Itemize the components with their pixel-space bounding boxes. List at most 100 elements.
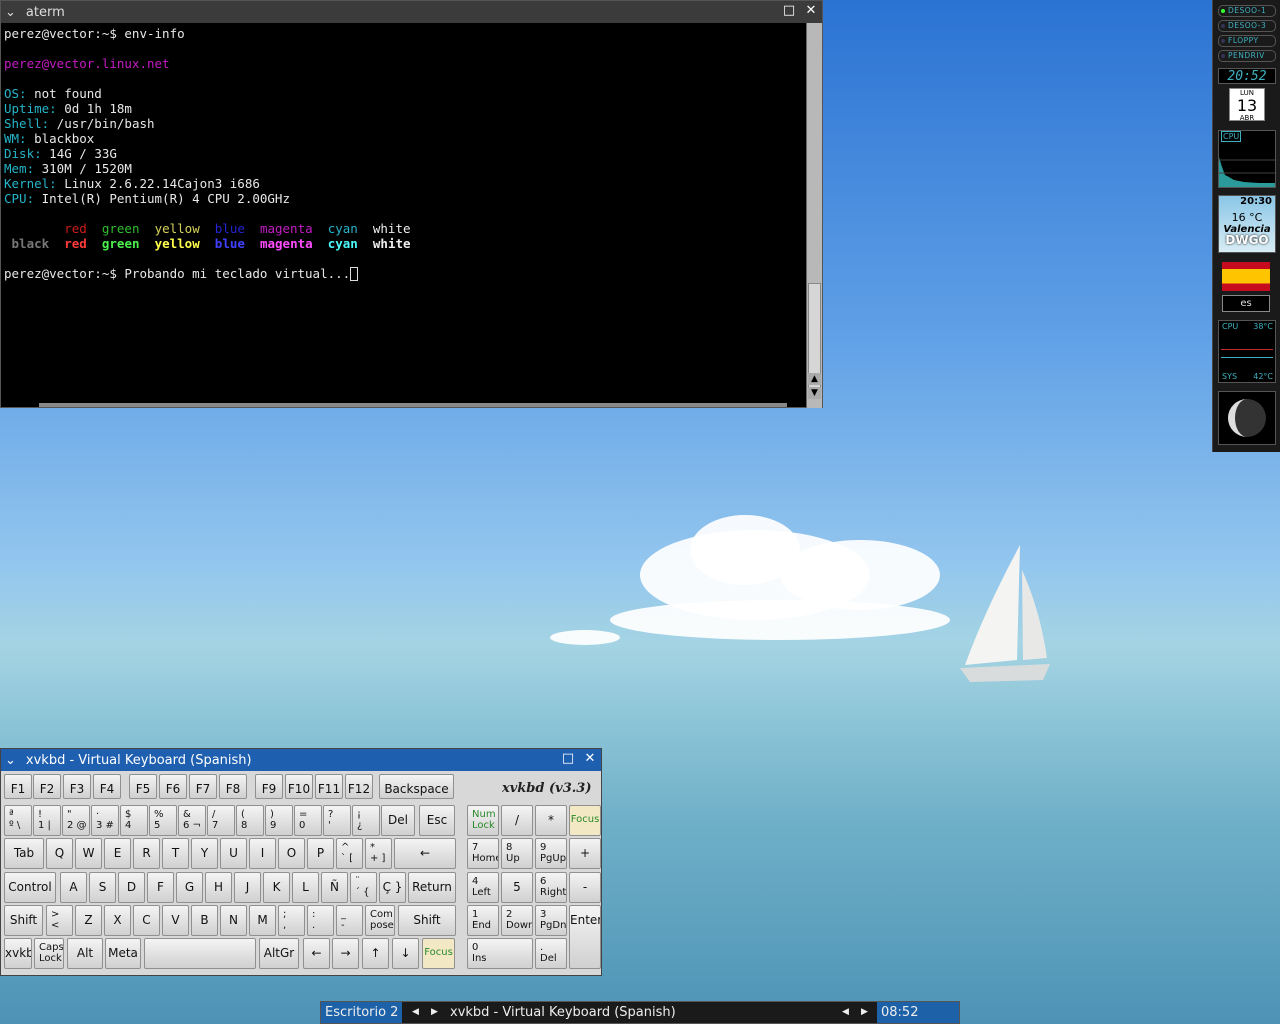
key-Shift[interactable]: Shift	[4, 905, 43, 936]
key-F1[interactable]: F1	[4, 774, 32, 799]
terminal-window[interactable]: ⌄ aterm □ ✕ perez@vector:~$ env-info per…	[0, 0, 823, 408]
key-V[interactable]: V	[162, 905, 189, 936]
key-F7[interactable]: F7	[189, 774, 217, 799]
key-Com-pose[interactable]: Com pose	[365, 905, 395, 936]
drive-pendriv[interactable]: PENDRIV	[1218, 50, 1276, 62]
key-Meta[interactable]: Meta	[105, 938, 141, 969]
key-Backspace[interactable]: Backspace	[379, 774, 454, 799]
taskbar-task[interactable]: xvkbd - Virtual Keyboard (Spanish)	[450, 1002, 676, 1023]
key-=-0[interactable]: = 0	[294, 805, 322, 836]
key-K[interactable]: K	[263, 872, 290, 903]
key-F2[interactable]: F2	[33, 774, 61, 799]
key-N[interactable]: N	[220, 905, 247, 936]
key-O[interactable]: O	[278, 838, 305, 869]
key-Num-Lock[interactable]: Num Lock	[467, 805, 499, 836]
key-F6[interactable]: F6	[159, 774, 187, 799]
drive-desoo3[interactable]: DESOO-3	[1218, 20, 1276, 32]
key-F[interactable]: F	[147, 872, 174, 903]
key-"-2-@[interactable]: " 2 @	[62, 805, 90, 836]
key-1-End[interactable]: 1 End	[467, 905, 499, 936]
minimize-icon[interactable]: ⌄	[5, 753, 16, 768]
key-←[interactable]: ←	[303, 938, 330, 969]
key-M[interactable]: M	[249, 905, 276, 936]
key-;-,[interactable]: ; ,	[278, 905, 305, 936]
key-4-Left[interactable]: 4 Left	[467, 872, 499, 903]
key-P[interactable]: P	[307, 838, 334, 869]
key-)-9[interactable]: ) 9	[265, 805, 293, 836]
key->-<[interactable]: > <	[46, 905, 73, 936]
key-*-+-][interactable]: * + ]	[365, 838, 392, 869]
key-F12[interactable]: F12	[345, 774, 373, 799]
key-L[interactable]: L	[292, 872, 319, 903]
key-6-Right[interactable]: 6 Right	[535, 872, 567, 903]
key-F5[interactable]: F5	[129, 774, 157, 799]
prev-window-icon[interactable]: ◀	[842, 1002, 849, 1023]
scroll-down-icon[interactable]: ▼	[808, 387, 821, 399]
key-xvkbd[interactable]: xvkbd	[4, 938, 32, 969]
key-F4[interactable]: F4	[93, 774, 121, 799]
key-E[interactable]: E	[104, 838, 131, 869]
key-Alt[interactable]: Alt	[67, 938, 103, 969]
key-/-7[interactable]: / 7	[207, 805, 235, 836]
drive-floppy[interactable]: FLOPPY	[1218, 35, 1276, 47]
key-space[interactable]	[144, 938, 256, 969]
key-.-Del[interactable]: . Del	[535, 938, 567, 969]
next-workspace-icon[interactable]: ▶	[431, 1002, 438, 1023]
key-7-Home[interactable]: 7 Home	[467, 838, 499, 869]
key-D[interactable]: D	[118, 872, 145, 903]
key-Focus[interactable]: Focus	[569, 805, 601, 836]
key-F11[interactable]: F11	[315, 774, 343, 799]
key-(-8[interactable]: ( 8	[236, 805, 264, 836]
key-Q[interactable]: Q	[46, 838, 73, 869]
key-U[interactable]: U	[220, 838, 247, 869]
key-W[interactable]: W	[75, 838, 102, 869]
key-→[interactable]: →	[332, 938, 359, 969]
key-F3[interactable]: F3	[63, 774, 91, 799]
spain-flag-icon[interactable]	[1222, 262, 1270, 291]
workspace-label[interactable]: Escritorio 2	[321, 1002, 402, 1023]
key-R[interactable]: R	[133, 838, 160, 869]
key-%-5[interactable]: % 5	[149, 805, 177, 836]
key-¡-¿[interactable]: ¡ ¿	[352, 805, 380, 836]
key-Y[interactable]: Y	[191, 838, 218, 869]
key-C[interactable]: C	[133, 905, 160, 936]
maximize-icon[interactable]: □	[561, 752, 575, 766]
key-¨-´-{[interactable]: ¨ ´ {	[350, 872, 377, 903]
key-B[interactable]: B	[191, 905, 218, 936]
next-window-icon[interactable]: ▶	[861, 1002, 868, 1023]
key-^-`-[[interactable]: ^ ` [	[336, 838, 363, 869]
drive-desoo1[interactable]: DESOO-1	[1218, 5, 1276, 17]
key-&-6-¬[interactable]: & 6 ¬	[178, 805, 206, 836]
key-3-PgDn[interactable]: 3 PgDn	[535, 905, 567, 936]
key-H[interactable]: H	[205, 872, 232, 903]
key-↓[interactable]: ↓	[392, 938, 419, 969]
key-8-Up[interactable]: 8 Up	[501, 838, 533, 869]
terminal-titlebar[interactable]: ⌄ aterm □ ✕	[1, 1, 822, 23]
key-*[interactable]: *	[535, 805, 567, 836]
key-·-3-#[interactable]: · 3 #	[91, 805, 119, 836]
key-F10[interactable]: F10	[285, 774, 313, 799]
key-$-4[interactable]: $ 4	[120, 805, 148, 836]
close-icon[interactable]: ✕	[804, 4, 818, 18]
key-←[interactable]: ←	[394, 838, 456, 869]
key-G[interactable]: G	[176, 872, 203, 903]
scroll-up-icon[interactable]: ▲	[808, 373, 821, 385]
key-F9[interactable]: F9	[255, 774, 283, 799]
maximize-icon[interactable]: □	[782, 4, 796, 18]
key-/[interactable]: /	[501, 805, 533, 836]
key--[interactable]: -	[569, 872, 601, 903]
key-?-'[interactable]: ? '	[323, 805, 351, 836]
key-T[interactable]: T	[162, 838, 189, 869]
key-ª-º-\[interactable]: ª º \	[4, 805, 32, 836]
key-9-PgUp[interactable]: 9 PgUp	[535, 838, 567, 869]
key-Z[interactable]: Z	[75, 905, 102, 936]
minimize-icon[interactable]: ⌄	[5, 5, 16, 20]
key-I[interactable]: I	[249, 838, 276, 869]
key-X[interactable]: X	[104, 905, 131, 936]
terminal-output[interactable]: perez@vector:~$ env-info perez@vector.li…	[4, 26, 411, 281]
key-2-Down[interactable]: 2 Down	[501, 905, 533, 936]
key-A[interactable]: A	[60, 872, 87, 903]
key-Esc[interactable]: Esc	[419, 805, 455, 836]
key-+[interactable]: +	[569, 838, 601, 869]
key-AltGr[interactable]: AltGr	[259, 938, 299, 969]
